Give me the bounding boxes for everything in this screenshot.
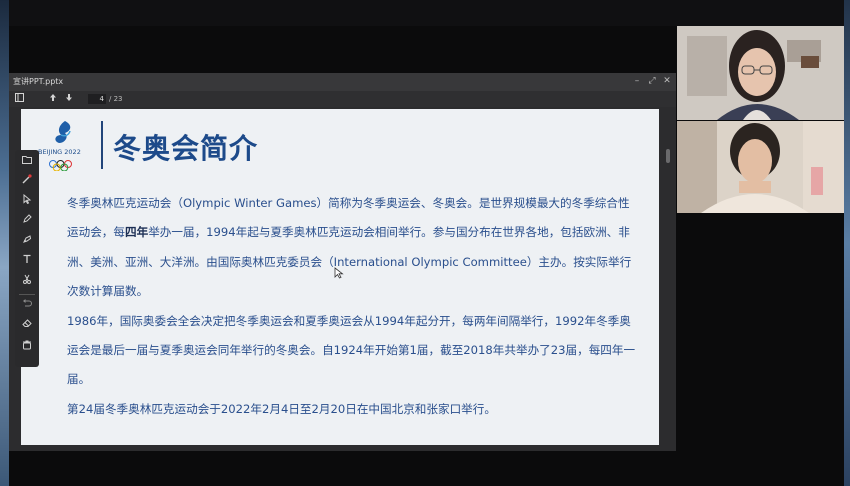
- select-arrow-icon[interactable]: [15, 193, 39, 210]
- beijing-2022-logo: BEIJING 2022: [38, 121, 81, 171]
- scrollbar-thumb[interactable]: [666, 149, 670, 163]
- page-total: / 23: [109, 95, 123, 103]
- pen-icon[interactable]: [15, 214, 39, 230]
- arrow-up-icon[interactable]: [47, 93, 59, 106]
- slide-body-text: 冬季奥林匹克运动会（Olympic Winter Games）简称为冬季奥运会、…: [67, 189, 637, 424]
- paragraph-history: 1986年，国际奥委会全会决定把冬季奥运会和夏季奥运会从1994年起分开，每两年…: [67, 313, 636, 387]
- participant-video-1[interactable]: [677, 26, 844, 120]
- highlighter-icon[interactable]: [15, 234, 39, 250]
- undo-icon[interactable]: [15, 298, 39, 314]
- restore-icon[interactable]: ⤢: [646, 75, 658, 88]
- scissors-icon[interactable]: [15, 274, 39, 290]
- participant-video-2[interactable]: [677, 121, 844, 213]
- sidebar-toggle-icon[interactable]: [13, 93, 25, 106]
- folder-icon[interactable]: [15, 154, 39, 170]
- vertical-scrollbar[interactable]: [664, 109, 672, 445]
- header-divider: [101, 121, 103, 169]
- laser-pointer-icon[interactable]: [15, 174, 39, 190]
- paragraph-beijing: 第24届冬季奥林匹克运动会于2022年2月4日至2月20日在中国北京和张家口举行…: [67, 401, 496, 416]
- annotation-toolbar-divider: [19, 294, 35, 295]
- viewer-toolbar: 4 / 23: [9, 91, 676, 107]
- window-titlebar: 宣讲PPT.pptx – ⤢ ✕: [9, 73, 676, 91]
- arrow-down-icon[interactable]: [63, 93, 75, 106]
- annotation-toolbar: [15, 150, 39, 367]
- clear-icon[interactable]: [15, 340, 39, 356]
- mouse-cursor-icon: [334, 267, 344, 279]
- window-title: 宣讲PPT.pptx: [13, 77, 64, 86]
- page-number-input[interactable]: 4: [88, 94, 106, 104]
- desktop-background-right: [844, 0, 850, 486]
- close-icon[interactable]: ✕: [661, 75, 673, 88]
- slide-title: 冬奥会简介: [113, 132, 259, 165]
- text-icon[interactable]: [15, 254, 39, 270]
- logo-wordmark: BEIJING 2022: [38, 148, 81, 156]
- eraser-icon[interactable]: [15, 318, 39, 334]
- paragraph-intro: 冬季奥林匹克运动会（Olympic Winter Games）简称为冬季奥运会、…: [67, 196, 632, 299]
- minimize-icon[interactable]: –: [631, 75, 643, 88]
- presentation-window: 宣讲PPT.pptx – ⤢ ✕ 4 / 23 BEIJING 2022 冬奥会…: [9, 73, 676, 451]
- desktop-background-left: [0, 0, 9, 486]
- screen-share-top-band: [9, 0, 844, 26]
